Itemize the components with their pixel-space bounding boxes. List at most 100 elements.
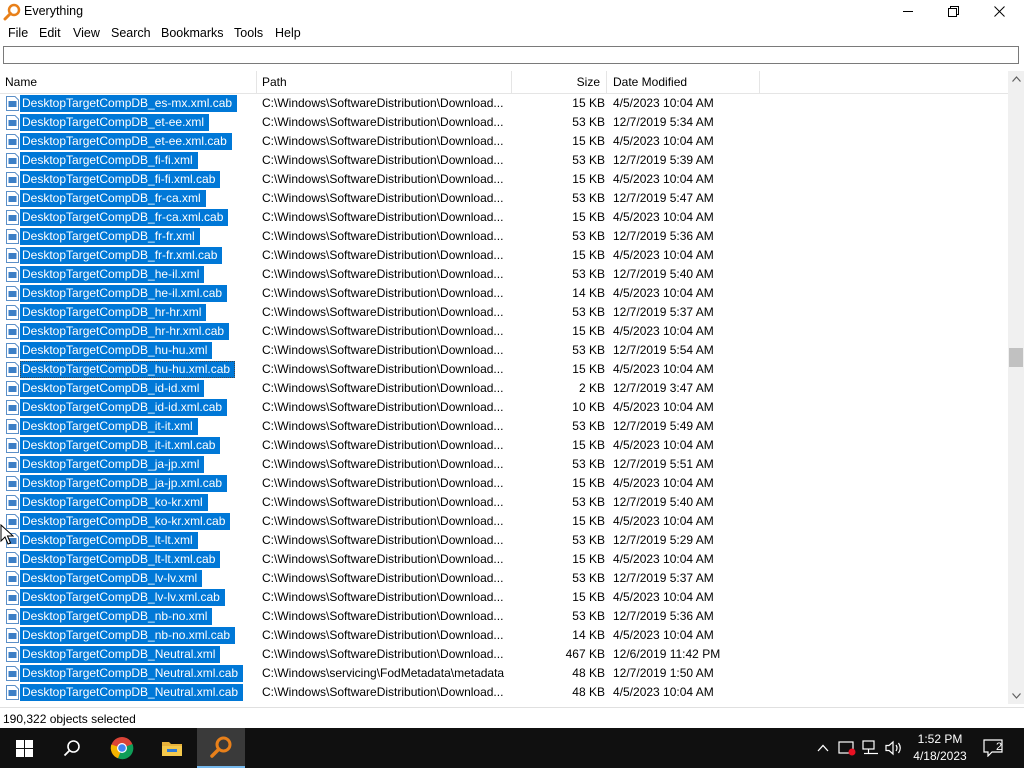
close-button[interactable]: [976, 0, 1022, 23]
column-name-header[interactable]: Name: [0, 71, 257, 93]
table-row[interactable]: DesktopTargetCompDB_fi-fi.xml.cab C:\Wind…: [0, 170, 1008, 189]
file-name[interactable]: DesktopTargetCompDB_nb-no.xml.cab: [20, 627, 236, 644]
table-row[interactable]: DesktopTargetCompDB_fr-ca.xml C:\Windows\…: [0, 189, 1008, 208]
restore-button[interactable]: [930, 0, 976, 23]
table-row[interactable]: DesktopTargetCompDB_fr-fr.xml.cab C:\Wind…: [0, 246, 1008, 265]
show-hidden-icons-button[interactable]: [813, 738, 833, 758]
scroll-down-button[interactable]: [1008, 688, 1024, 704]
file-name[interactable]: DesktopTargetCompDB_fr-fr.xml: [20, 228, 200, 245]
table-row[interactable]: DesktopTargetCompDB_it-it.xml C:\Windows\…: [0, 417, 1008, 436]
file-name[interactable]: DesktopTargetCompDB_he-il.xml: [20, 266, 205, 283]
file-name[interactable]: DesktopTargetCompDB_Neutral.xml: [20, 646, 221, 663]
minimize-button[interactable]: [885, 0, 931, 23]
table-row[interactable]: DesktopTargetCompDB_hu-hu.xml C:\Windows\…: [0, 341, 1008, 360]
menu-edit[interactable]: Edit: [39, 26, 61, 40]
file-name[interactable]: DesktopTargetCompDB_ko-kr.xml.cab: [20, 513, 231, 530]
clock-date[interactable]: 4/18/2023: [900, 749, 980, 763]
table-row[interactable]: DesktopTargetCompDB_id-id.xml C:\Windows\…: [0, 379, 1008, 398]
table-row[interactable]: DesktopTargetCompDB_et-ee.xml.cab C:\Wind…: [0, 132, 1008, 151]
menu-view[interactable]: View: [73, 26, 100, 40]
file-name[interactable]: DesktopTargetCompDB_hr-hr.xml.cab: [20, 323, 230, 340]
menu-bookmarks[interactable]: Bookmarks: [161, 26, 224, 40]
file-name[interactable]: DesktopTargetCompDB_Neutral.xml.cab: [20, 665, 244, 682]
taskbar-chrome-button[interactable]: [98, 728, 146, 768]
file-name[interactable]: DesktopTargetCompDB_fr-ca.xml: [20, 190, 206, 207]
file-name[interactable]: DesktopTargetCompDB_fr-fr.xml.cab: [20, 247, 223, 264]
file-date-modified: 4/5/2023 10:04 AM: [613, 438, 714, 452]
table-row[interactable]: DesktopTargetCompDB_it-it.xml.cab C:\Wind…: [0, 436, 1008, 455]
file-name[interactable]: DesktopTargetCompDB_hu-hu.xml: [20, 342, 213, 359]
table-row[interactable]: DesktopTargetCompDB_fi-fi.xml C:\Windows\…: [0, 151, 1008, 170]
file-name[interactable]: DesktopTargetCompDB_Neutral.xml.cab: [20, 684, 244, 701]
table-row[interactable]: DesktopTargetCompDB_fr-ca.xml.cab C:\Wind…: [0, 208, 1008, 227]
start-button[interactable]: [0, 728, 48, 768]
taskbar-file-explorer-button[interactable]: [148, 728, 196, 768]
taskbar-everything-button[interactable]: [197, 728, 245, 768]
table-row[interactable]: DesktopTargetCompDB_he-il.xml.cab C:\Wind…: [0, 284, 1008, 303]
table-row[interactable]: DesktopTargetCompDB_Neutral.xml C:\Window…: [0, 645, 1008, 664]
file-name[interactable]: DesktopTargetCompDB_et-ee.xml: [20, 114, 210, 131]
vertical-scrollbar[interactable]: [1008, 71, 1024, 704]
file-name[interactable]: DesktopTargetCompDB_ja-jp.xml.cab: [20, 475, 228, 492]
table-row[interactable]: DesktopTargetCompDB_ko-kr.xml C:\Windows\…: [0, 493, 1008, 512]
file-name[interactable]: DesktopTargetCompDB_lt-lt.xml: [20, 532, 198, 549]
table-row[interactable]: DesktopTargetCompDB_lt-lt.xml.cab C:\Wind…: [0, 550, 1008, 569]
scroll-up-button[interactable]: [1008, 71, 1024, 87]
file-name[interactable]: DesktopTargetCompDB_lt-lt.xml.cab: [20, 551, 221, 568]
table-row[interactable]: DesktopTargetCompDB_hu-hu.xml.cab C:\Wind…: [0, 360, 1008, 379]
file-name[interactable]: DesktopTargetCompDB_lv-lv.xml: [20, 570, 203, 587]
table-row[interactable]: DesktopTargetCompDB_id-id.xml.cab C:\Wind…: [0, 398, 1008, 417]
file-path: C:\Windows\SoftwareDistribution\Download…: [262, 191, 504, 205]
table-row[interactable]: DesktopTargetCompDB_nb-no.xml C:\Windows\…: [0, 607, 1008, 626]
file-name[interactable]: DesktopTargetCompDB_lv-lv.xml.cab: [20, 589, 225, 606]
clock-time[interactable]: 1:52 PM: [900, 732, 980, 746]
file-name[interactable]: DesktopTargetCompDB_ja-jp.xml: [20, 456, 205, 473]
file-path: C:\Windows\SoftwareDistribution\Download…: [262, 514, 504, 528]
table-row[interactable]: DesktopTargetCompDB_nb-no.xml.cab C:\Wind…: [0, 626, 1008, 645]
file-name[interactable]: DesktopTargetCompDB_es-mx.xml.cab: [20, 95, 238, 112]
table-row[interactable]: DesktopTargetCompDB_hr-hr.xml.cab C:\Wind…: [0, 322, 1008, 341]
table-row[interactable]: DesktopTargetCompDB_es-mx.xml.cab C:\Wind…: [0, 94, 1008, 113]
file-name[interactable]: DesktopTargetCompDB_it-it.xml: [20, 418, 198, 435]
column-date-modified-header[interactable]: Date Modified: [607, 71, 760, 93]
file-date-modified: 4/5/2023 10:04 AM: [613, 324, 714, 338]
file-name[interactable]: DesktopTargetCompDB_he-il.xml.cab: [20, 285, 228, 302]
file-name[interactable]: DesktopTargetCompDB_it-it.xml.cab: [20, 437, 221, 454]
file-name[interactable]: DesktopTargetCompDB_id-id.xml: [20, 380, 205, 397]
search-input[interactable]: [3, 46, 1019, 64]
scroll-thumb[interactable]: [1009, 348, 1023, 367]
table-row[interactable]: DesktopTargetCompDB_Neutral.xml.cab C:\Wi…: [0, 683, 1008, 702]
menu-tools[interactable]: Tools: [234, 26, 263, 40]
table-row[interactable]: DesktopTargetCompDB_ja-jp.xml.cab C:\Wind…: [0, 474, 1008, 493]
menu-help[interactable]: Help: [275, 26, 301, 40]
table-row[interactable]: DesktopTargetCompDB_lt-lt.xml C:\Windows\…: [0, 531, 1008, 550]
taskbar-search-button[interactable]: [48, 728, 96, 768]
file-name[interactable]: DesktopTargetCompDB_ko-kr.xml: [20, 494, 208, 511]
file-name[interactable]: DesktopTargetCompDB_fr-ca.xml.cab: [20, 209, 229, 226]
table-row[interactable]: DesktopTargetCompDB_he-il.xml C:\Windows\…: [0, 265, 1008, 284]
security-tray-button[interactable]: [837, 738, 857, 758]
network-tray-button[interactable]: [861, 738, 881, 758]
table-row[interactable]: DesktopTargetCompDB_lv-lv.xml.cab C:\Wind…: [0, 588, 1008, 607]
table-row[interactable]: DesktopTargetCompDB_ja-jp.xml C:\Windows\…: [0, 455, 1008, 474]
file-name[interactable]: DesktopTargetCompDB_hr-hr.xml: [20, 304, 207, 321]
table-row[interactable]: DesktopTargetCompDB_hr-hr.xml C:\Windows\…: [0, 303, 1008, 322]
file-name[interactable]: DesktopTargetCompDB_id-id.xml.cab: [20, 399, 228, 416]
results-list[interactable]: DesktopTargetCompDB_es-mx.xml.cab C:\Wind…: [0, 94, 1008, 704]
menu-file[interactable]: File: [8, 26, 28, 40]
file-name[interactable]: DesktopTargetCompDB_nb-no.xml: [20, 608, 213, 625]
column-path-header[interactable]: Path: [257, 71, 512, 93]
table-row[interactable]: DesktopTargetCompDB_fr-fr.xml C:\Windows\…: [0, 227, 1008, 246]
file-path: C:\Windows\SoftwareDistribution\Download…: [262, 533, 504, 547]
file-name[interactable]: DesktopTargetCompDB_et-ee.xml.cab: [20, 133, 232, 150]
table-row[interactable]: DesktopTargetCompDB_Neutral.xml.cab C:\Wi…: [0, 664, 1008, 683]
file-name[interactable]: DesktopTargetCompDB_hu-hu.xml.cab: [20, 361, 236, 378]
file-path: C:\Windows\SoftwareDistribution\Download…: [262, 115, 504, 129]
file-name[interactable]: DesktopTargetCompDB_fi-fi.xml: [20, 152, 198, 169]
column-size-header[interactable]: Size: [512, 71, 607, 93]
table-row[interactable]: DesktopTargetCompDB_lv-lv.xml C:\Windows\…: [0, 569, 1008, 588]
file-name[interactable]: DesktopTargetCompDB_fi-fi.xml.cab: [20, 171, 221, 188]
table-row[interactable]: DesktopTargetCompDB_et-ee.xml C:\Windows\…: [0, 113, 1008, 132]
table-row[interactable]: DesktopTargetCompDB_ko-kr.xml.cab C:\Wind…: [0, 512, 1008, 531]
menu-search[interactable]: Search: [111, 26, 151, 40]
